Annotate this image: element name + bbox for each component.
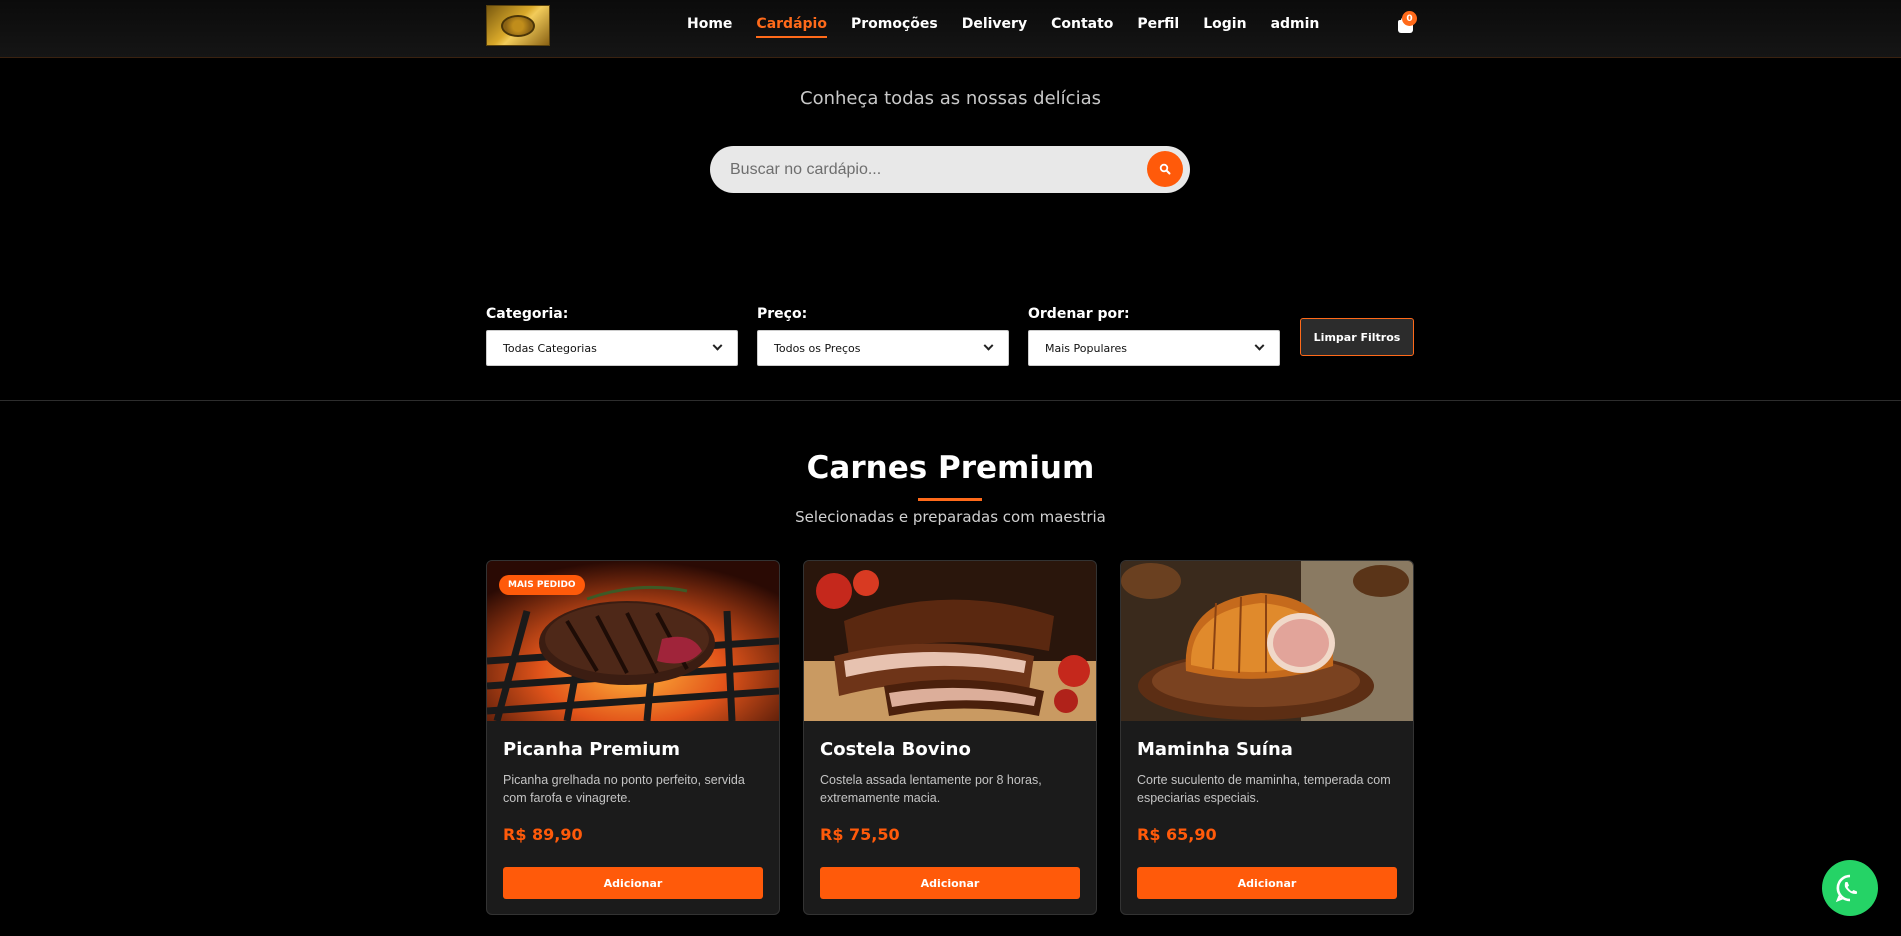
category-select[interactable]: Todas Categorias [486, 330, 738, 366]
product-card: Costela Bovino Costela assada lentamente… [803, 560, 1097, 915]
product-name: Maminha Suína [1137, 739, 1293, 760]
clear-filters-button[interactable]: Limpar Filtros [1300, 318, 1414, 356]
site-header: Home Cardápio Promoções Delivery Contato… [0, 0, 1901, 58]
category-filter: Categoria: Todas Categorias [486, 306, 738, 366]
search-button[interactable] [1147, 151, 1183, 187]
whatsapp-button[interactable] [1822, 860, 1878, 916]
sort-select-value: Mais Populares [1045, 341, 1128, 355]
add-to-cart-button[interactable]: Adicionar [1137, 867, 1397, 899]
product-price: R$ 75,50 [820, 825, 900, 844]
search-icon [1159, 163, 1171, 175]
divider [0, 400, 1901, 401]
section-title: Carnes Premium [806, 450, 1095, 486]
whatsapp-icon [1835, 874, 1857, 903]
nav-promocoes[interactable]: Promoções [851, 16, 938, 38]
product-description: Costela assada lentamente por 8 horas, e… [820, 773, 1042, 805]
search-bar [710, 146, 1190, 193]
nav-delivery[interactable]: Delivery [962, 16, 1027, 38]
section-underline [918, 498, 982, 501]
product-price: R$ 89,90 [503, 825, 583, 844]
nav-contato[interactable]: Contato [1051, 16, 1113, 38]
nav-login[interactable]: Login [1203, 16, 1246, 38]
product-description: Picanha grelhada no ponto perfeito, serv… [503, 773, 745, 805]
chevron-down-icon [1254, 340, 1265, 351]
nav-perfil[interactable]: Perfil [1137, 16, 1179, 38]
category-label: Categoria: [486, 306, 569, 322]
main-nav: Home Cardápio Promoções Delivery Contato… [687, 16, 1343, 38]
product-description: Corte suculento de maminha, temperada co… [1137, 773, 1391, 805]
price-select[interactable]: Todos os Preços [757, 330, 1009, 366]
sort-label: Ordenar por: [1028, 306, 1130, 322]
product-name: Picanha Premium [503, 739, 680, 760]
product-image-costela [804, 561, 1096, 721]
add-to-cart-button[interactable]: Adicionar [820, 867, 1080, 899]
product-card: MAIS PEDIDO Picanha Premium Picanha grel… [486, 560, 780, 915]
price-label: Preço: [757, 306, 808, 322]
product-image-maminha [1121, 561, 1413, 721]
sort-select[interactable]: Mais Populares [1028, 330, 1280, 366]
logo-emblem [501, 14, 535, 37]
product-card: Maminha Suína Corte suculento de maminha… [1120, 560, 1414, 915]
product-image-picanha: MAIS PEDIDO [487, 561, 779, 721]
nav-admin[interactable]: admin [1271, 16, 1320, 38]
price-select-value: Todos os Preços [774, 341, 861, 355]
nav-cardapio[interactable]: Cardápio [756, 16, 827, 38]
price-filter: Preço: Todos os Preços [757, 306, 1009, 366]
add-to-cart-button[interactable]: Adicionar [503, 867, 763, 899]
hero-subtitle: Conheça todas as nossas delícias [800, 88, 1101, 109]
nav-home[interactable]: Home [687, 16, 732, 38]
logo-icon[interactable] [486, 5, 550, 46]
search-input[interactable] [730, 146, 1130, 193]
sort-filter: Ordenar por: Mais Populares [1028, 306, 1280, 366]
product-name: Costela Bovino [820, 739, 971, 760]
category-select-value: Todas Categorias [503, 341, 597, 355]
chevron-down-icon [712, 340, 723, 351]
section-subtitle: Selecionadas e preparadas com maestria [795, 508, 1106, 526]
cart-count-badge: 0 [1402, 11, 1417, 26]
status-badge: MAIS PEDIDO [499, 575, 585, 595]
chevron-down-icon [983, 340, 994, 351]
product-price: R$ 65,90 [1137, 825, 1217, 844]
